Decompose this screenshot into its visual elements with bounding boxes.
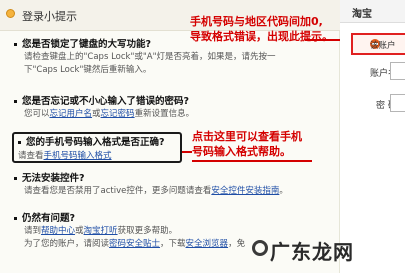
annotation-mid-line1: 点击这里可以查看手机 bbox=[192, 130, 302, 143]
tip-answer-line: 您可以忘记用户名或忘记密码重新设置信息。 bbox=[24, 109, 195, 119]
security-control-guide-link[interactable]: 安全控件安装指南 bbox=[211, 186, 279, 196]
secure-browser-link[interactable]: 安全浏览器 bbox=[186, 239, 229, 249]
tip-answer-line: 下"Caps Lock"键然后重新输入。 bbox=[24, 65, 152, 75]
tip-question: 仍然有问题? bbox=[12, 212, 332, 225]
tip-question: 无法安装控件? bbox=[12, 172, 332, 185]
annotation-arrow-mid bbox=[182, 151, 192, 153]
login-header: 淘宝 bbox=[340, 0, 405, 23]
lightbulb-icon bbox=[6, 9, 15, 18]
password-input[interactable] bbox=[390, 94, 405, 112]
annotation-top-line2: 导致格式错误，出现此提示。 bbox=[190, 30, 333, 43]
error-message-box: 该账户 bbox=[351, 33, 405, 55]
tip-question: 您的手机号码输入格式是否正确? bbox=[16, 136, 165, 149]
watermark-logo bbox=[252, 240, 268, 256]
tip-answer-line: 请查看您是否禁用了active控件，更多问题请查看安全控件安装指南。 bbox=[24, 186, 288, 196]
annotation-underline-mid bbox=[192, 160, 312, 162]
watermark-text: 广东龙网 bbox=[270, 240, 354, 264]
username-input[interactable] bbox=[390, 62, 405, 80]
forgot-password-link[interactable]: 忘记密码 bbox=[101, 109, 135, 119]
tip-install-control: 无法安装控件? 请查看您是否禁用了active控件，更多问题请查看安全控件安装指… bbox=[12, 172, 332, 198]
tips-title: 登录小提示 bbox=[22, 10, 77, 23]
help-center-link[interactable]: 帮助中心 bbox=[41, 226, 75, 236]
tip-answer-line: 请检查键盘上的"Caps Lock"或"A"灯是否亮着，如果是，请先按一 bbox=[24, 52, 276, 62]
login-panel: 淘宝 该账户 账户名 密 码 bbox=[340, 0, 405, 273]
annotation-mid-line2: 号码输入格式帮助。 bbox=[192, 145, 291, 158]
error-message-text: 该账户 bbox=[370, 41, 396, 51]
tip-answer-line: 请查看手机号码输入格式 bbox=[18, 151, 112, 161]
forgot-username-link[interactable]: 忘记用户名 bbox=[50, 109, 93, 119]
password-safety-link[interactable]: 密码安全贴士 bbox=[109, 239, 160, 249]
tip-phone-format-highlight: 您的手机号码输入格式是否正确? 请查看手机号码输入格式 bbox=[12, 132, 182, 163]
login-header-title: 淘宝 bbox=[352, 9, 372, 20]
taobao-ask-link[interactable]: 淘宝打听 bbox=[84, 226, 118, 236]
annotation-top-line1: 手机号码与地区代码间加0, bbox=[190, 15, 323, 28]
tip-question: 您是否忘记或不小心输入了错误的密码? bbox=[12, 95, 332, 108]
tip-forgot-password: 您是否忘记或不小心输入了错误的密码? 您可以忘记用户名或忘记密码重新设置信息。 bbox=[12, 95, 332, 121]
phone-format-link[interactable]: 手机号码输入格式 bbox=[44, 151, 112, 161]
